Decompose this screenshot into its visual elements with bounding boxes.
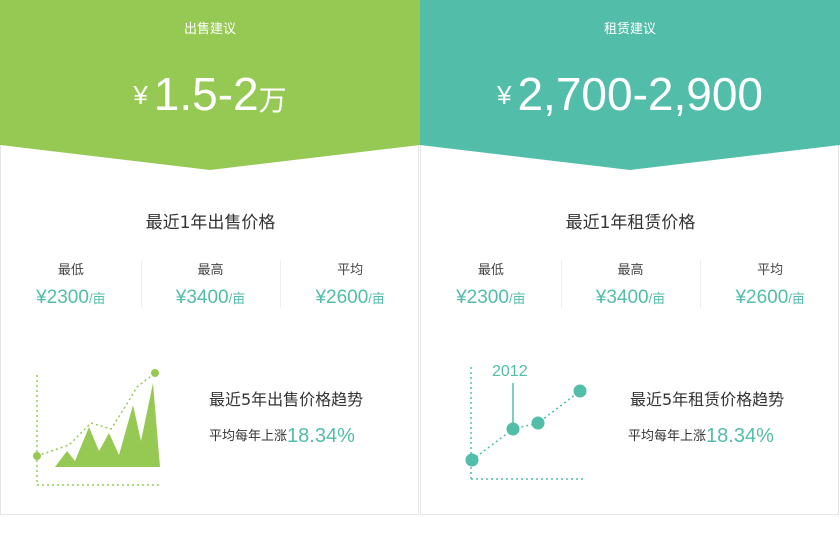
rent-stats: 最低 ¥2300/亩 最高 ¥3400/亩 平均 ¥2600/亩 — [421, 256, 840, 312]
sale-trend-chart-icon — [33, 369, 161, 486]
stat-unit: /亩 — [368, 291, 385, 306]
stat-label: 最低 — [57, 263, 84, 278]
rent-section-title: 最近1年租赁价格 — [565, 213, 696, 233]
rent-currency: ¥ — [496, 80, 512, 110]
stat-value: ¥2600/亩 — [700, 287, 840, 309]
stat-label: 平均 — [757, 263, 784, 278]
sale-trend-title: 最近5年出售价格趋势 — [209, 390, 364, 409]
sale-price: ¥1.5-2万 — [0, 66, 420, 129]
sale-stat-max: 最高 ¥3400/亩 — [140, 256, 281, 312]
stat-amount: ¥3400 — [595, 287, 649, 308]
stat-value: ¥3400/亩 — [561, 287, 701, 309]
rent-trend-sub: 平均每年上涨18.34% — [628, 425, 774, 448]
rent-stat-min: 最低 ¥2300/亩 — [421, 256, 561, 312]
stat-value: ¥2300/亩 — [1, 287, 141, 309]
stat-amount: ¥2300 — [36, 287, 89, 308]
stat-amount: ¥2600 — [315, 287, 369, 308]
stat-unit: /亩 — [788, 291, 805, 306]
rent-stat-max: 最高 ¥3400/亩 — [560, 256, 701, 312]
rent-price-value: 2,700-2,900 — [517, 68, 763, 120]
sale-label: 出售建议 — [183, 22, 236, 37]
stat-amount: ¥2300 — [456, 287, 509, 308]
stat-unit: /亩 — [88, 291, 106, 306]
sale-currency: ¥ — [133, 80, 148, 110]
stat-value: ¥2600/亩 — [280, 287, 420, 309]
sale-stat-avg: 平均 ¥2600/亩 — [280, 256, 420, 312]
stat-unit: /亩 — [648, 291, 666, 306]
sale-stats: 最低 ¥2300/亩 最高 ¥3400/亩 平均 ¥2600/亩 — [1, 256, 420, 312]
stat-label: 平均 — [337, 263, 364, 278]
stat-value: ¥3400/亩 — [141, 287, 281, 309]
sale-suggestion-card: 出售建议 ¥1.5-2万 最近1年出售价格 最低 ¥2300/亩 最高 ¥340… — [0, 0, 420, 515]
sale-banner: 出售建议 ¥1.5-2万 — [0, 0, 420, 172]
rent-chart-year-label: 2012 — [492, 363, 528, 380]
rent-price: ¥2,700-2,900 — [420, 66, 840, 123]
sale-trend-sub: 平均每年上涨18.34% — [209, 425, 355, 448]
stat-amount: ¥2600 — [735, 287, 789, 308]
rent-trend-title: 最近5年租赁价格趋势 — [630, 390, 785, 409]
sale-trend-sub-label: 平均每年上涨 — [209, 429, 288, 444]
stat-value: ¥2300/亩 — [421, 287, 561, 309]
stat-label: 最低 — [477, 263, 504, 278]
rent-suggestion-card: 租赁建议 ¥2,700-2,900 最近1年租赁价格 最低 ¥2300/亩 最高… — [420, 0, 840, 515]
rent-stat-avg: 平均 ¥2600/亩 — [700, 256, 840, 312]
rent-trend-pct: 18.34% — [706, 425, 774, 447]
stat-unit: /亩 — [228, 291, 246, 306]
rent-label: 租赁建议 — [603, 22, 656, 37]
rent-trend-sub-label: 平均每年上涨 — [628, 429, 707, 444]
stat-label: 最高 — [617, 263, 644, 278]
stat-label: 最高 — [197, 263, 224, 278]
rent-banner: 租赁建议 ¥2,700-2,900 — [420, 0, 840, 172]
rent-trend-chart-icon: 2012 — [465, 363, 587, 480]
sale-trend-pct: 18.34% — [287, 425, 355, 447]
sale-stat-min: 最低 ¥2300/亩 — [1, 256, 141, 312]
stat-amount: ¥3400 — [175, 287, 229, 308]
stat-unit: /亩 — [508, 291, 526, 306]
sale-section-title: 最近1年出售价格 — [145, 213, 276, 233]
sale-price-unit: 万 — [258, 85, 287, 116]
sale-price-value: 1.5-2 — [153, 68, 259, 120]
